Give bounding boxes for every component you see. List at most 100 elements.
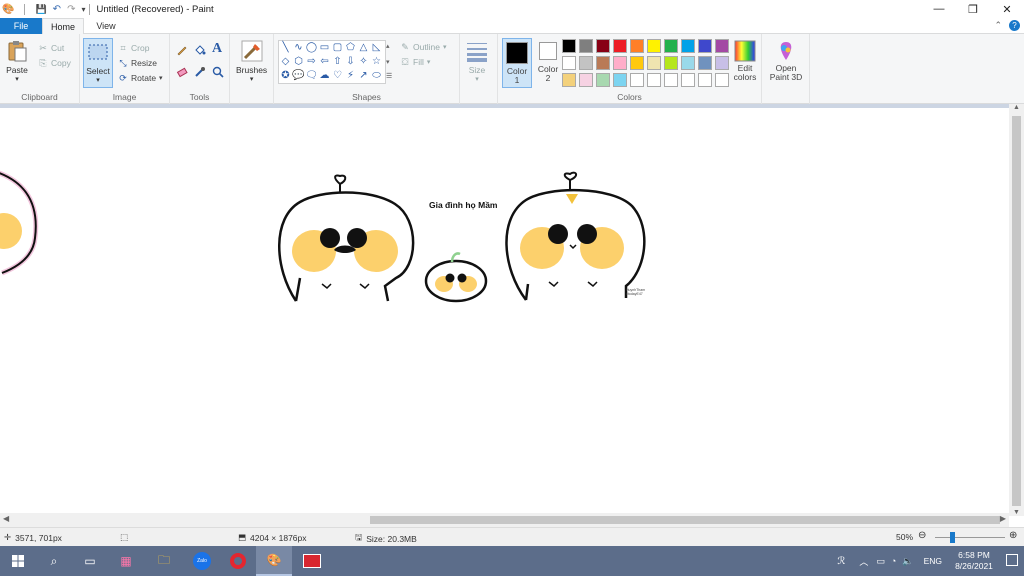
shape-item[interactable]: ⇦ [318, 55, 331, 69]
select-button[interactable]: Select ▾ [83, 38, 113, 88]
shape-item[interactable]: ⇩ [344, 55, 357, 69]
palette-color-swatch[interactable] [698, 73, 712, 87]
palette-color-swatch[interactable] [596, 73, 610, 87]
zalo-icon[interactable]: Zalo [184, 546, 220, 576]
shapes-scroll-down-icon[interactable]: ▾ [386, 58, 390, 66]
palette-color-swatch[interactable] [562, 73, 576, 87]
palette-color-swatch[interactable] [630, 73, 644, 87]
shape-item[interactable]: ⬠ [344, 41, 357, 55]
size-button[interactable]: Size ▾ [466, 40, 488, 83]
palette-color-swatch[interactable] [613, 39, 627, 53]
shape-item[interactable]: △ [357, 41, 370, 55]
red-app-icon[interactable] [294, 546, 330, 576]
palette-color-swatch[interactable] [613, 56, 627, 70]
palette-color-swatch[interactable] [681, 39, 695, 53]
shape-item[interactable]: ⬡ [292, 55, 305, 69]
shape-item[interactable]: ▢ [331, 41, 344, 55]
palette-color-swatch[interactable] [715, 56, 729, 70]
eraser-icon[interactable] [176, 66, 188, 78]
paint-taskbar-icon[interactable]: 🎨 [256, 546, 292, 576]
palette-color-swatch[interactable] [715, 39, 729, 53]
battery-icon[interactable]: ▭ [876, 556, 885, 567]
network-icon[interactable]: ◔ [891, 556, 896, 566]
open-paint3d-button[interactable]: Open Paint 3D [768, 40, 804, 82]
tab-file[interactable]: File [0, 18, 42, 34]
palette-color-swatch[interactable] [579, 73, 593, 87]
chevron-up-icon[interactable]: ︿ [859, 555, 868, 568]
text-tool-icon[interactable]: A [212, 41, 222, 57]
magnifier-icon[interactable] [212, 66, 224, 78]
scroll-up-arrow-icon[interactable]: ▲ [1013, 104, 1020, 111]
palette-color-swatch[interactable] [664, 73, 678, 87]
palette-color-swatch[interactable] [596, 39, 610, 53]
shapes-gallery[interactable]: ╲ ∿ ◯ ▭ ▢ ⬠ △ ◺ ◇ ⬡ ⇨ ⇦ ⇧ ⇩ ✧ ☆ ✪ 💬 🗨 ☁ ♡ ⚡ ↗ ⬭ [278, 40, 386, 84]
scroll-down-arrow-icon[interactable]: ▼ [1013, 509, 1020, 516]
edit-colors-button[interactable]: Edit colors [730, 40, 760, 82]
palette-color-swatch[interactable] [579, 56, 593, 70]
zoom-slider-thumb[interactable] [950, 532, 955, 543]
shape-item[interactable]: ⇨ [305, 55, 318, 69]
palette-color-swatch[interactable] [647, 73, 661, 87]
shape-item[interactable]: ✧ [357, 55, 370, 69]
redo-icon[interactable]: ↷ [67, 4, 75, 15]
restore-button[interactable]: ❐ [956, 0, 990, 18]
tab-home[interactable]: Home [42, 18, 84, 34]
palette-color-swatch[interactable] [664, 56, 678, 70]
shapes-scroll-up-icon[interactable]: ▴ [386, 42, 390, 50]
vertical-scroll-thumb[interactable] [1012, 116, 1021, 506]
shape-item[interactable]: ╲ [279, 41, 292, 55]
palette-color-swatch[interactable] [664, 39, 678, 53]
customize-quick-access-icon[interactable]: ▾ [81, 5, 85, 14]
shape-item[interactable]: ☁ [318, 69, 331, 83]
shape-item[interactable]: ⇧ [331, 55, 344, 69]
zoom-slider-track[interactable] [935, 537, 1005, 538]
shape-item[interactable]: ↗ [357, 69, 370, 83]
zoom-out-icon[interactable]: ⊖ [918, 530, 926, 541]
fill-button[interactable]: ⛋ Fill ▾ [400, 55, 431, 68]
search-icon[interactable]: ⌕ [36, 546, 72, 576]
shape-item[interactable]: ⚡ [344, 69, 357, 83]
palette-color-swatch[interactable] [562, 56, 576, 70]
shape-item[interactable]: ♡ [331, 69, 344, 83]
clock[interactable]: 6:58 PM 8/26/2021 [950, 550, 998, 572]
volume-icon[interactable]: 🔈 [902, 556, 913, 567]
windows-start-icon[interactable] [0, 546, 36, 576]
scroll-left-arrow-icon[interactable]: ◀ [3, 514, 9, 523]
scroll-right-arrow-icon[interactable]: ▶ [1000, 514, 1006, 523]
minimize-button[interactable]: — [922, 0, 956, 18]
collapse-ribbon-icon[interactable]: ⌃ [994, 20, 1002, 31]
close-button[interactable]: ✕ [990, 0, 1024, 18]
palette-color-swatch[interactable] [647, 39, 661, 53]
horizontal-scroll-thumb[interactable] [370, 516, 1000, 524]
palette-color-swatch[interactable] [596, 56, 610, 70]
palette-color-swatch[interactable] [715, 73, 729, 87]
shape-item[interactable]: 💬 [292, 69, 305, 83]
zoom-in-icon[interactable]: ⊕ [1009, 530, 1017, 541]
resize-button[interactable]: ⤡ Resize [118, 56, 157, 69]
notifications-icon[interactable] [1006, 554, 1018, 566]
vertical-scrollbar[interactable]: ▲ ▼ [1009, 104, 1024, 516]
help-icon[interactable]: ? [1009, 20, 1020, 31]
brushes-button[interactable]: Brushes ▾ [236, 40, 267, 83]
undo-icon[interactable]: ↶ [53, 4, 61, 15]
opera-icon[interactable] [220, 546, 256, 576]
paste-button[interactable]: Paste ▾ [6, 40, 28, 83]
cut-button[interactable]: ✂ Cut [38, 41, 64, 54]
color1-selector[interactable]: Color 1 [502, 38, 532, 88]
palette-color-swatch[interactable] [562, 39, 576, 53]
palette-color-swatch[interactable] [647, 56, 661, 70]
outline-button[interactable]: ✎ Outline ▾ [400, 40, 446, 53]
store-icon[interactable]: ▦ [108, 546, 144, 576]
input-language[interactable]: ENG [924, 556, 942, 566]
people-icon[interactable]: ℛ [837, 556, 845, 567]
shape-item[interactable]: ◺ [370, 41, 383, 55]
palette-color-swatch[interactable] [613, 73, 627, 87]
color-palette[interactable] [562, 39, 731, 89]
drawing-canvas[interactable]: Gia đình họ Mầm HuynhTham #todayE47 [0, 108, 1009, 513]
palette-color-swatch[interactable] [698, 39, 712, 53]
tab-view[interactable]: View [86, 18, 126, 34]
shape-item[interactable]: ◇ [279, 55, 292, 69]
pencil-icon[interactable] [176, 44, 188, 56]
file-explorer-icon[interactable]: 🗀 [146, 546, 182, 576]
color-picker-icon[interactable] [194, 66, 206, 78]
